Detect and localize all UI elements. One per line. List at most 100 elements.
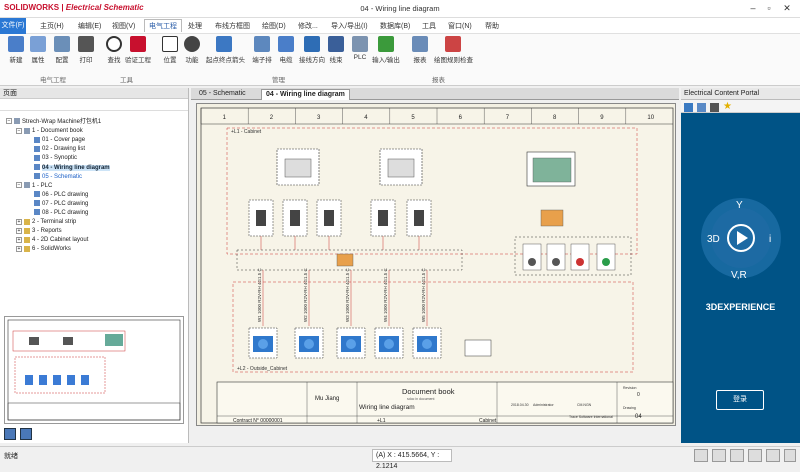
page-preview	[4, 316, 184, 424]
tab-wiring-line-diagram[interactable]: 04 - Wiring line diagram	[261, 89, 350, 100]
harness-icon	[328, 36, 344, 52]
polar-toggle-icon[interactable]	[748, 449, 762, 462]
origin-destination-label: 起点终点箭头	[206, 57, 245, 64]
close-icon[interactable]: ✕	[780, 2, 794, 15]
login-button[interactable]: 登录	[716, 390, 764, 410]
plc-button[interactable]: PLC	[346, 36, 374, 61]
input-output-label: 输入/输出	[372, 57, 400, 64]
plc-label: PLC	[353, 54, 367, 61]
tree-node[interactable]: 06 - PLC drawing	[26, 191, 88, 199]
report-button[interactable]: 报表	[406, 36, 434, 64]
verify-label: 验证工程	[125, 57, 151, 64]
tree-node[interactable]: 08 - PLC drawing	[26, 209, 88, 217]
tree-node[interactable]: − Strech-Wrap Machine打包机1	[6, 118, 101, 126]
cabinet-label: +L1 - Cabinet	[231, 129, 262, 135]
folder-icon	[24, 127, 30, 134]
junction-box[interactable]	[464, 339, 492, 357]
menu-home[interactable]: 主页(H)	[40, 21, 64, 31]
tree-node[interactable]: 03 - Synoptic	[26, 154, 77, 162]
outside-label: +L2 - Outside_Cabinet	[237, 366, 288, 372]
tree-node[interactable]: 07 - PLC drawing	[26, 200, 88, 208]
menu-draw[interactable]: 绘图(D)	[262, 21, 286, 31]
tree-node[interactable]: +2 - Terminal strip	[16, 218, 76, 226]
verify-project-button[interactable]: 验证工程	[124, 36, 152, 64]
plc-icon	[352, 36, 368, 52]
rules-check-label: 绘图规则检查	[434, 57, 473, 64]
menu-block-diagram[interactable]: 布线方框图	[215, 21, 250, 31]
expand-toggle-icon[interactable]: +	[16, 227, 22, 234]
title-admin: Administrator	[533, 403, 554, 407]
expand-toggle-icon[interactable]: +	[16, 236, 22, 243]
arrow-icon	[216, 36, 232, 52]
print-icon	[78, 36, 94, 52]
zoom-fit-icon[interactable]	[4, 428, 16, 440]
print-button[interactable]: 打印	[72, 36, 100, 64]
function-button[interactable]: 功能	[178, 36, 206, 64]
library-icon[interactable]	[697, 103, 706, 112]
tree-node[interactable]: 05 - Schematic	[26, 173, 82, 181]
home-icon[interactable]	[684, 103, 693, 112]
folder-icon	[14, 118, 20, 125]
tree-node[interactable]: +6 - SolidWorks	[16, 245, 71, 253]
zoom-window-icon[interactable]	[20, 428, 32, 440]
cable-label: W1 1000 R2V-RH 4G1.5 C	[257, 267, 262, 322]
osnap-toggle-icon[interactable]	[766, 449, 780, 462]
io-device[interactable]	[546, 243, 566, 271]
menu-bar: 文件(F) 主页(H) 编辑(E) 视图(V) 电气工程 处理 布线方框图 绘图…	[0, 18, 800, 34]
ortho-toggle-icon[interactable]	[730, 449, 744, 462]
maximize-icon[interactable]: ▫	[762, 2, 776, 15]
expand-toggle-icon[interactable]: −	[16, 182, 22, 189]
tree-node[interactable]: 04 - Wiring line diagram	[26, 163, 110, 172]
menu-window[interactable]: 窗口(N)	[448, 21, 472, 31]
tree-node[interactable]: +3 - Reports	[16, 227, 62, 235]
tree-node[interactable]: 02 - Drawing list	[26, 145, 85, 153]
search-icon	[106, 36, 122, 52]
cable-button[interactable]: 电缆	[272, 36, 300, 64]
star-icon[interactable]: ★	[723, 101, 732, 112]
menu-help[interactable]: 帮助	[485, 21, 499, 31]
expand-toggle-icon[interactable]: +	[16, 245, 22, 252]
origin-destination-button[interactable]: 起点终点箭头	[206, 36, 245, 64]
tree-node[interactable]: − 1 - PLC	[16, 182, 52, 190]
title-author: Mu Jiang	[315, 396, 339, 402]
drawing-canvas[interactable]: 1 2 3 4 5 6 7 8 9 10 +L1 - Cabinet +L2 - Outside_…	[196, 103, 676, 426]
tree-node[interactable]: 01 - Cover page	[26, 136, 85, 144]
io-device[interactable]	[570, 243, 590, 271]
drawing-rules-check-button[interactable]: 绘图规则检查	[434, 36, 473, 64]
expand-toggle-icon[interactable]: −	[16, 127, 22, 134]
menu-import-export[interactable]: 导入/导出(I)	[331, 21, 368, 31]
tree-node[interactable]: − 1 - Document book	[16, 127, 83, 135]
io-device[interactable]	[596, 243, 616, 271]
tree-node[interactable]: +4 - 2D Cabinet layout	[16, 236, 88, 244]
lineweight-toggle-icon[interactable]	[784, 449, 796, 462]
menu-file[interactable]: 文件(F)	[0, 18, 26, 34]
minimize-icon[interactable]: –	[746, 2, 760, 15]
input-output-button[interactable]: 输入/输出	[372, 36, 400, 64]
menu-database[interactable]: 数据库(B)	[380, 21, 410, 31]
menu-modify[interactable]: 修改...	[298, 21, 318, 31]
expand-toggle-icon[interactable]: +	[16, 218, 22, 225]
menu-process[interactable]: 处理	[188, 21, 202, 31]
menu-edit[interactable]: 编辑(E)	[78, 21, 101, 31]
settings-icon[interactable]	[710, 103, 719, 112]
menu-tools[interactable]: 工具	[422, 21, 436, 31]
wiring-diagram[interactable]: 1 2 3 4 5 6 7 8 9 10 +L1 - Cabinet +L2 - Outside_…	[197, 104, 677, 427]
snap-toggle-icon[interactable]	[712, 449, 726, 462]
column-number: 10	[647, 115, 654, 121]
expand-toggle-icon[interactable]: −	[6, 118, 12, 125]
menu-view[interactable]: 视图(V)	[112, 21, 135, 31]
page-icon	[34, 163, 40, 170]
tab-wiring-label: 04 - Wiring line diagram	[266, 91, 345, 98]
cable-label: W5 1000 R2V-RH 4G1.5 C	[421, 267, 426, 322]
pages-toolbar	[0, 99, 188, 111]
menu-electrical[interactable]: 电气工程	[144, 19, 182, 32]
io-device[interactable]	[522, 243, 542, 271]
compass-bottom: V,R	[731, 270, 747, 281]
page-icon	[34, 200, 40, 207]
grid-toggle-icon[interactable]	[694, 449, 708, 462]
title-cm: CM.NGN	[577, 403, 592, 407]
tab-schematic[interactable]: 05 - Schematic	[195, 89, 250, 100]
